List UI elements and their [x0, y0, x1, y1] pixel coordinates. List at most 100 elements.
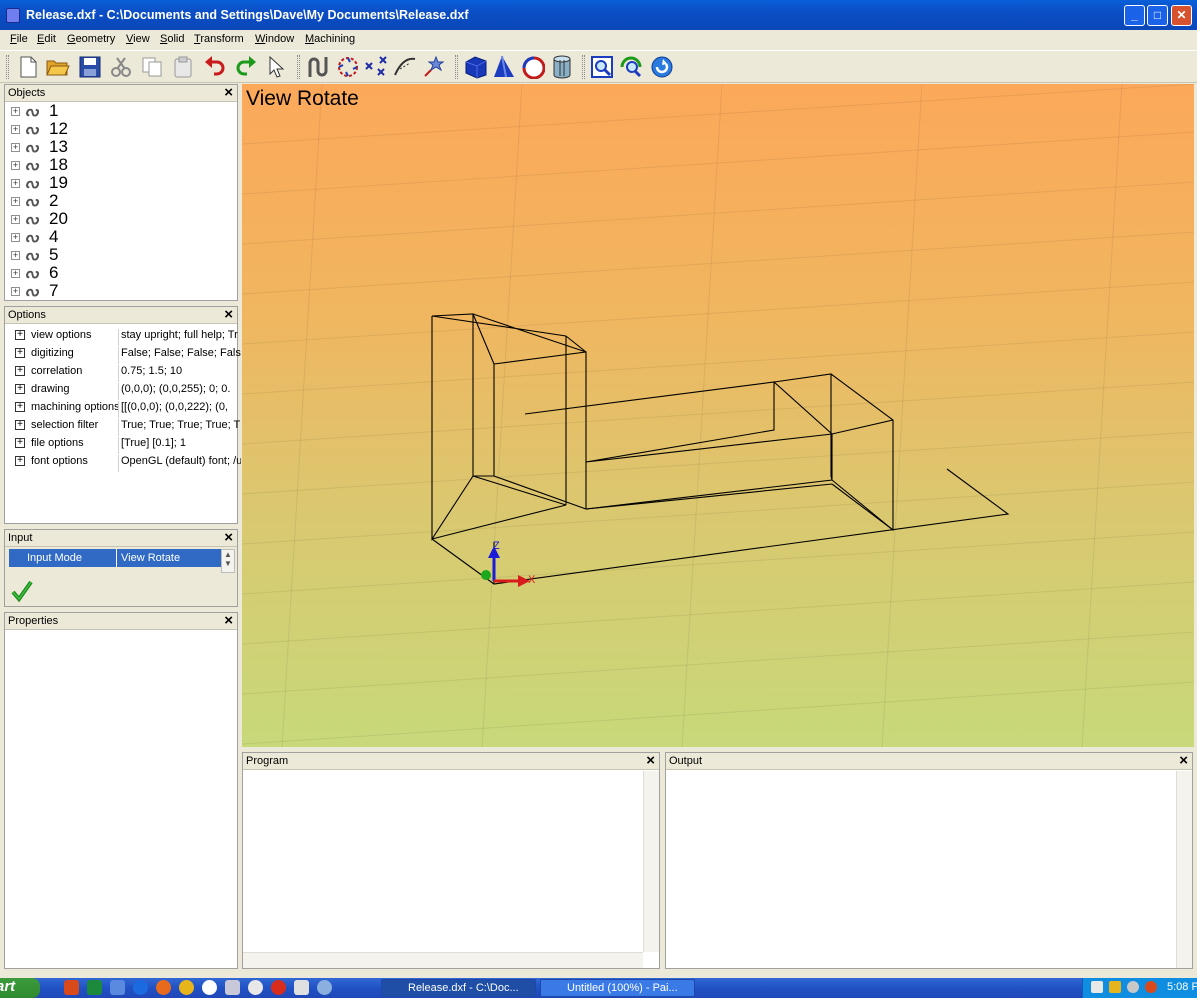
expand-icon[interactable]: +: [11, 197, 20, 206]
option-row-digitizing[interactable]: + digitizing False; False; False; False: [13, 344, 241, 364]
select-pointer-icon[interactable]: [263, 54, 289, 80]
graphics-viewport[interactable]: View Rotate Z X: [242, 84, 1194, 747]
expand-icon[interactable]: +: [15, 420, 25, 430]
expand-icon[interactable]: +: [11, 287, 20, 296]
program-vertical-scrollbar[interactable]: [643, 771, 659, 952]
quicklaunch-icon[interactable]: [179, 980, 194, 995]
points-icon[interactable]: [363, 54, 389, 80]
expand-icon[interactable]: +: [15, 348, 25, 358]
expand-icon[interactable]: +: [15, 402, 25, 412]
tray-icon[interactable]: [1127, 981, 1139, 993]
menu-machining[interactable]: Machining: [305, 33, 355, 45]
menu-window[interactable]: Window: [255, 33, 294, 45]
tree-item[interactable]: + ᔓ 2: [9, 191, 237, 210]
task-release-dxf[interactable]: Release.dxf - C:\Doc...: [381, 979, 536, 997]
tree-item[interactable]: + ᔓ 13: [9, 137, 237, 156]
paste-icon[interactable]: [170, 54, 196, 80]
expand-icon[interactable]: +: [11, 143, 20, 152]
expand-icon[interactable]: +: [11, 233, 20, 242]
option-row-font-options[interactable]: + font options OpenGL (default) font; /u: [13, 452, 241, 472]
tree-item[interactable]: + ᔓ 6: [9, 263, 237, 282]
tray-icon[interactable]: [1109, 981, 1121, 993]
option-row-correlation[interactable]: + correlation 0.75; 1.5; 10: [13, 362, 241, 382]
expand-icon[interactable]: +: [11, 179, 20, 188]
maximize-button[interactable]: □: [1147, 5, 1168, 26]
tree-item[interactable]: + ᔓ 7: [9, 281, 237, 300]
option-row-view-options[interactable]: + view options stay upright; full help; Tr: [13, 326, 241, 346]
close-icon[interactable]: ×: [224, 529, 233, 546]
text-star-icon[interactable]: [422, 54, 448, 80]
redo-icon[interactable]: [233, 54, 259, 80]
solid-cylinder-icon[interactable]: [549, 54, 575, 80]
browser-icon[interactable]: [133, 980, 148, 995]
expand-icon[interactable]: +: [15, 456, 25, 466]
expand-icon[interactable]: +: [15, 384, 25, 394]
menu-file[interactable]: File: [10, 33, 28, 45]
quicklaunch-icon[interactable]: [64, 980, 79, 995]
tree-item[interactable]: + ᔓ 19: [9, 173, 237, 192]
menu-transform[interactable]: Transform: [194, 33, 244, 45]
tree-item[interactable]: + ᔓ 20: [9, 209, 237, 228]
close-icon[interactable]: ×: [646, 752, 655, 769]
tree-item[interactable]: + ᔓ 1: [9, 101, 237, 120]
undo-icon[interactable]: [202, 54, 228, 80]
refresh-view-icon[interactable]: [649, 54, 675, 80]
apply-check-icon[interactable]: [11, 580, 33, 605]
close-button[interactable]: ✕: [1171, 5, 1192, 26]
menu-geometry[interactable]: Geometry: [67, 33, 115, 45]
menu-view[interactable]: View: [126, 33, 150, 45]
tree-item[interactable]: + ᔓ 5: [9, 245, 237, 264]
expand-icon[interactable]: +: [11, 161, 20, 170]
new-file-icon[interactable]: [15, 54, 41, 80]
zoom-fit-icon[interactable]: [619, 54, 645, 80]
firefox-icon[interactable]: [156, 980, 171, 995]
spline-icon[interactable]: [305, 54, 331, 80]
option-row-file-options[interactable]: + file options [True] [0.1]; 1: [13, 434, 241, 454]
spin-scroll[interactable]: ▲ ▼: [221, 549, 235, 573]
close-icon[interactable]: ×: [1179, 752, 1188, 769]
quicklaunch-icon[interactable]: [317, 980, 332, 995]
tree-item[interactable]: + ᔓ 12: [9, 119, 237, 138]
solid-box-icon[interactable]: [463, 54, 489, 80]
expand-icon[interactable]: +: [11, 269, 20, 278]
menu-edit[interactable]: Edit: [37, 33, 56, 45]
toolbar-grip[interactable]: [582, 55, 585, 79]
zoom-window-icon[interactable]: [589, 54, 615, 80]
solid-cone-icon[interactable]: [491, 54, 517, 80]
quicklaunch-icon[interactable]: [110, 980, 125, 995]
output-vertical-scrollbar[interactable]: [1176, 771, 1192, 968]
expand-icon[interactable]: +: [15, 438, 25, 448]
solid-sphere-icon[interactable]: [520, 54, 546, 80]
expand-icon[interactable]: +: [15, 366, 25, 376]
option-row-drawing[interactable]: + drawing (0,0,0); (0,0,255); 0; 0.: [13, 380, 241, 400]
save-icon[interactable]: [77, 54, 103, 80]
program-horizontal-scrollbar[interactable]: [243, 952, 643, 968]
expand-icon[interactable]: +: [15, 330, 25, 340]
close-icon[interactable]: ×: [224, 306, 233, 323]
start-button[interactable]: art: [0, 978, 40, 998]
quicklaunch-icon[interactable]: [225, 980, 240, 995]
menu-solid[interactable]: Solid: [160, 33, 184, 45]
toolbar-grip[interactable]: [297, 55, 300, 79]
quicklaunch-icon[interactable]: [87, 980, 102, 995]
close-icon[interactable]: ×: [224, 612, 233, 629]
tree-item[interactable]: + ᔓ 4: [9, 227, 237, 246]
copy-icon[interactable]: [139, 54, 165, 80]
cut-icon[interactable]: [108, 54, 134, 80]
dimension-icon[interactable]: [392, 54, 418, 80]
quicklaunch-icon[interactable]: [271, 980, 286, 995]
tree-item[interactable]: + ᔓ 18: [9, 155, 237, 174]
option-row-machining-options[interactable]: + machining options [[(0,0,0); (0,0,222); …: [13, 398, 241, 418]
circles-icon[interactable]: [335, 54, 361, 80]
option-row-selection-filter[interactable]: + selection filter True; True; True; True;…: [13, 416, 241, 436]
task-paint[interactable]: Untitled (100%) - Pai...: [540, 979, 695, 997]
expand-icon[interactable]: +: [11, 251, 20, 260]
expand-icon[interactable]: +: [11, 215, 20, 224]
open-folder-icon[interactable]: [45, 54, 71, 80]
expand-icon[interactable]: +: [11, 107, 20, 116]
media-icon[interactable]: [202, 980, 217, 995]
volume-icon[interactable]: [1091, 981, 1103, 993]
toolbar-grip[interactable]: [6, 55, 9, 79]
cd-icon[interactable]: [248, 980, 263, 995]
minimize-button[interactable]: _: [1124, 5, 1145, 26]
